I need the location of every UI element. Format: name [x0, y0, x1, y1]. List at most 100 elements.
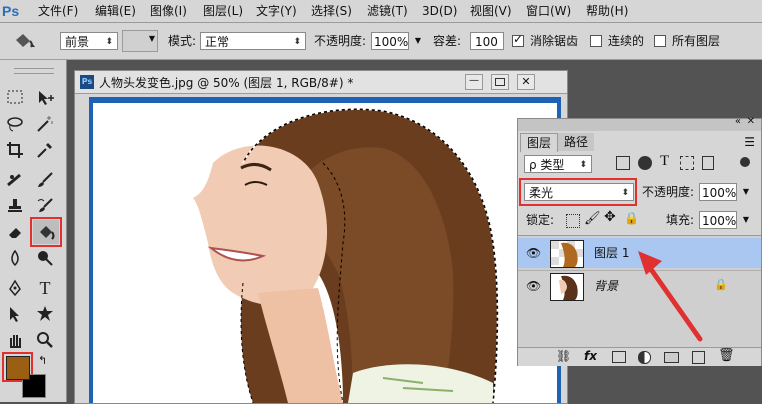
tab-paths[interactable]: 路径	[558, 133, 595, 151]
adjustment-icon[interactable]	[638, 351, 651, 364]
fill-label: 填充:	[666, 213, 695, 227]
minimize-icon[interactable]: —	[465, 74, 483, 90]
layer-filter-select[interactable]: ρ 类型 ⬍	[524, 155, 592, 173]
chevron-updown-icon: ⬍	[293, 37, 301, 47]
layer1-thumbnail	[550, 240, 584, 268]
collapse-icon[interactable]: «	[735, 116, 741, 127]
chevron-updown-icon: ⬍	[105, 37, 113, 47]
canvas-area[interactable]	[89, 97, 561, 403]
opacity-dropdown-icon[interactable]: ▼	[411, 32, 425, 50]
menu-layer[interactable]: 图层(L)	[203, 0, 243, 22]
menu-edit[interactable]: 编辑(E)	[95, 0, 136, 22]
lock-position-icon[interactable]: ✥	[604, 209, 616, 225]
fill-source-select[interactable]: 前景 ⬍	[60, 32, 118, 50]
paint-bucket-preset-icon[interactable]	[12, 31, 38, 51]
filter-type-icon[interactable]: T	[660, 153, 669, 170]
tolerance-input[interactable]: 100	[470, 32, 504, 50]
toolbar-grip[interactable]	[14, 68, 54, 74]
lock-image-icon[interactable]: 🖌	[584, 211, 601, 226]
filter-shape-icon[interactable]	[680, 156, 694, 170]
hand-icon[interactable]	[2, 328, 28, 352]
tab-layers[interactable]: 图层	[520, 133, 559, 152]
zoom-icon[interactable]	[32, 328, 58, 352]
maximize-icon[interactable]	[491, 74, 509, 90]
crop-icon[interactable]	[2, 138, 28, 162]
filter-toggle-icon[interactable]	[740, 157, 750, 167]
layer-opacity-input[interactable]: 100%	[699, 183, 737, 201]
layer1-name[interactable]: 图层 1	[594, 244, 629, 262]
opacity-label: 不透明度:	[314, 34, 367, 48]
document-window: Ps 人物头发变色.jpg @ 50% (图层 1, RGB/8#) * — ✕	[74, 70, 568, 404]
menu-filter[interactable]: 滤镜(T)	[367, 0, 408, 22]
menu-bar: Ps 文件(F) 编辑(E) 图像(I) 图层(L) 文字(Y) 选择(S) 滤…	[0, 0, 762, 23]
mask-icon[interactable]	[612, 351, 626, 363]
menu-view[interactable]: 视图(V)	[470, 0, 512, 22]
trash-icon[interactable]: 🗑	[718, 348, 735, 363]
antialias-checkbox[interactable]: ✓	[512, 32, 524, 47]
chevron-down-icon: ▼	[148, 34, 155, 43]
antialias-label: 消除锯齿	[530, 34, 579, 48]
pen-icon[interactable]	[2, 276, 28, 300]
panel-menu-icon[interactable]: ☰	[744, 135, 755, 149]
eraser-icon[interactable]	[2, 220, 28, 244]
lock-transparent-icon[interactable]	[566, 214, 580, 228]
blend-mode-value: 柔光	[529, 186, 554, 200]
lasso-icon[interactable]	[2, 112, 28, 136]
magic-wand-icon[interactable]	[32, 112, 58, 136]
marquee-icon[interactable]	[2, 86, 28, 110]
fill-dropdown-icon[interactable]: ▼	[739, 211, 753, 229]
blend-mode-select[interactable]: 柔光 ⬍	[524, 183, 634, 201]
filter-pixel-icon[interactable]	[616, 156, 630, 170]
photo-image[interactable]	[93, 103, 557, 403]
menu-window[interactable]: 窗口(W)	[526, 0, 571, 22]
all-layers-label: 所有图层	[672, 34, 721, 48]
fill-input[interactable]: 100%	[699, 211, 737, 229]
type-icon[interactable]: T	[32, 276, 58, 300]
pattern-picker[interactable]: ▼	[122, 30, 158, 52]
filter-smart-object-icon[interactable]	[702, 156, 714, 170]
fill-source-value: 前景	[65, 35, 90, 49]
visibility-eye-icon[interactable]: 👁	[526, 246, 541, 260]
dodge-icon[interactable]	[32, 246, 58, 270]
checkmark-icon: ✓	[513, 32, 524, 46]
paint-bucket-icon[interactable]	[33, 220, 59, 244]
healing-icon[interactable]	[2, 168, 28, 192]
opacity-dropdown-icon[interactable]: ▼	[739, 183, 753, 201]
group-icon[interactable]	[664, 352, 679, 363]
chevron-updown-icon: ⬍	[621, 188, 629, 198]
layers-bottom-bar: ⛓ fx 🗑	[518, 347, 761, 366]
path-select-icon[interactable]	[2, 302, 28, 326]
menu-help[interactable]: 帮助(H)	[586, 0, 628, 22]
swap-colors-icon[interactable]: ↰	[38, 354, 47, 367]
blur-icon[interactable]	[2, 246, 28, 270]
menu-select[interactable]: 选择(S)	[311, 0, 352, 22]
menu-3d[interactable]: 3D(D)	[422, 0, 457, 22]
new-layer-icon[interactable]	[692, 351, 705, 364]
shape-icon[interactable]	[32, 302, 58, 326]
stamp-icon[interactable]	[2, 194, 28, 218]
close-icon[interactable]: ✕	[517, 74, 535, 90]
brush-icon[interactable]	[32, 168, 58, 192]
fx-icon[interactable]: fx	[584, 349, 597, 363]
foreground-color-swatch[interactable]	[6, 356, 30, 380]
contiguous-checkbox[interactable]	[590, 35, 602, 47]
menu-image[interactable]: 图像(I)	[150, 0, 187, 22]
eyedropper-icon[interactable]	[32, 138, 58, 162]
document-tab[interactable]: Ps 人物头发变色.jpg @ 50% (图层 1, RGB/8#) * — ✕	[75, 71, 567, 94]
move-icon[interactable]	[32, 86, 58, 110]
lock-all-icon[interactable]: 🔒	[624, 211, 639, 225]
link-icon[interactable]: ⛓	[556, 349, 571, 363]
background-layer-name[interactable]: 背景	[594, 277, 618, 295]
menu-file[interactable]: 文件(F)	[38, 0, 78, 22]
filter-adjustment-icon[interactable]	[638, 156, 652, 170]
visibility-eye-icon[interactable]: 👁	[526, 279, 541, 293]
opacity-input[interactable]: 100%	[371, 32, 409, 50]
panel-titlebar[interactable]: « ✕	[518, 116, 761, 131]
contiguous-label: 连续的	[608, 34, 645, 48]
mode-select[interactable]: 正常 ⬍	[200, 32, 306, 50]
close-panel-icon[interactable]: ✕	[747, 116, 755, 127]
all-layers-checkbox[interactable]	[654, 35, 666, 47]
history-brush-icon[interactable]	[32, 194, 58, 218]
menu-type[interactable]: 文字(Y)	[256, 0, 297, 22]
lock-icon: 🔒	[714, 278, 728, 291]
